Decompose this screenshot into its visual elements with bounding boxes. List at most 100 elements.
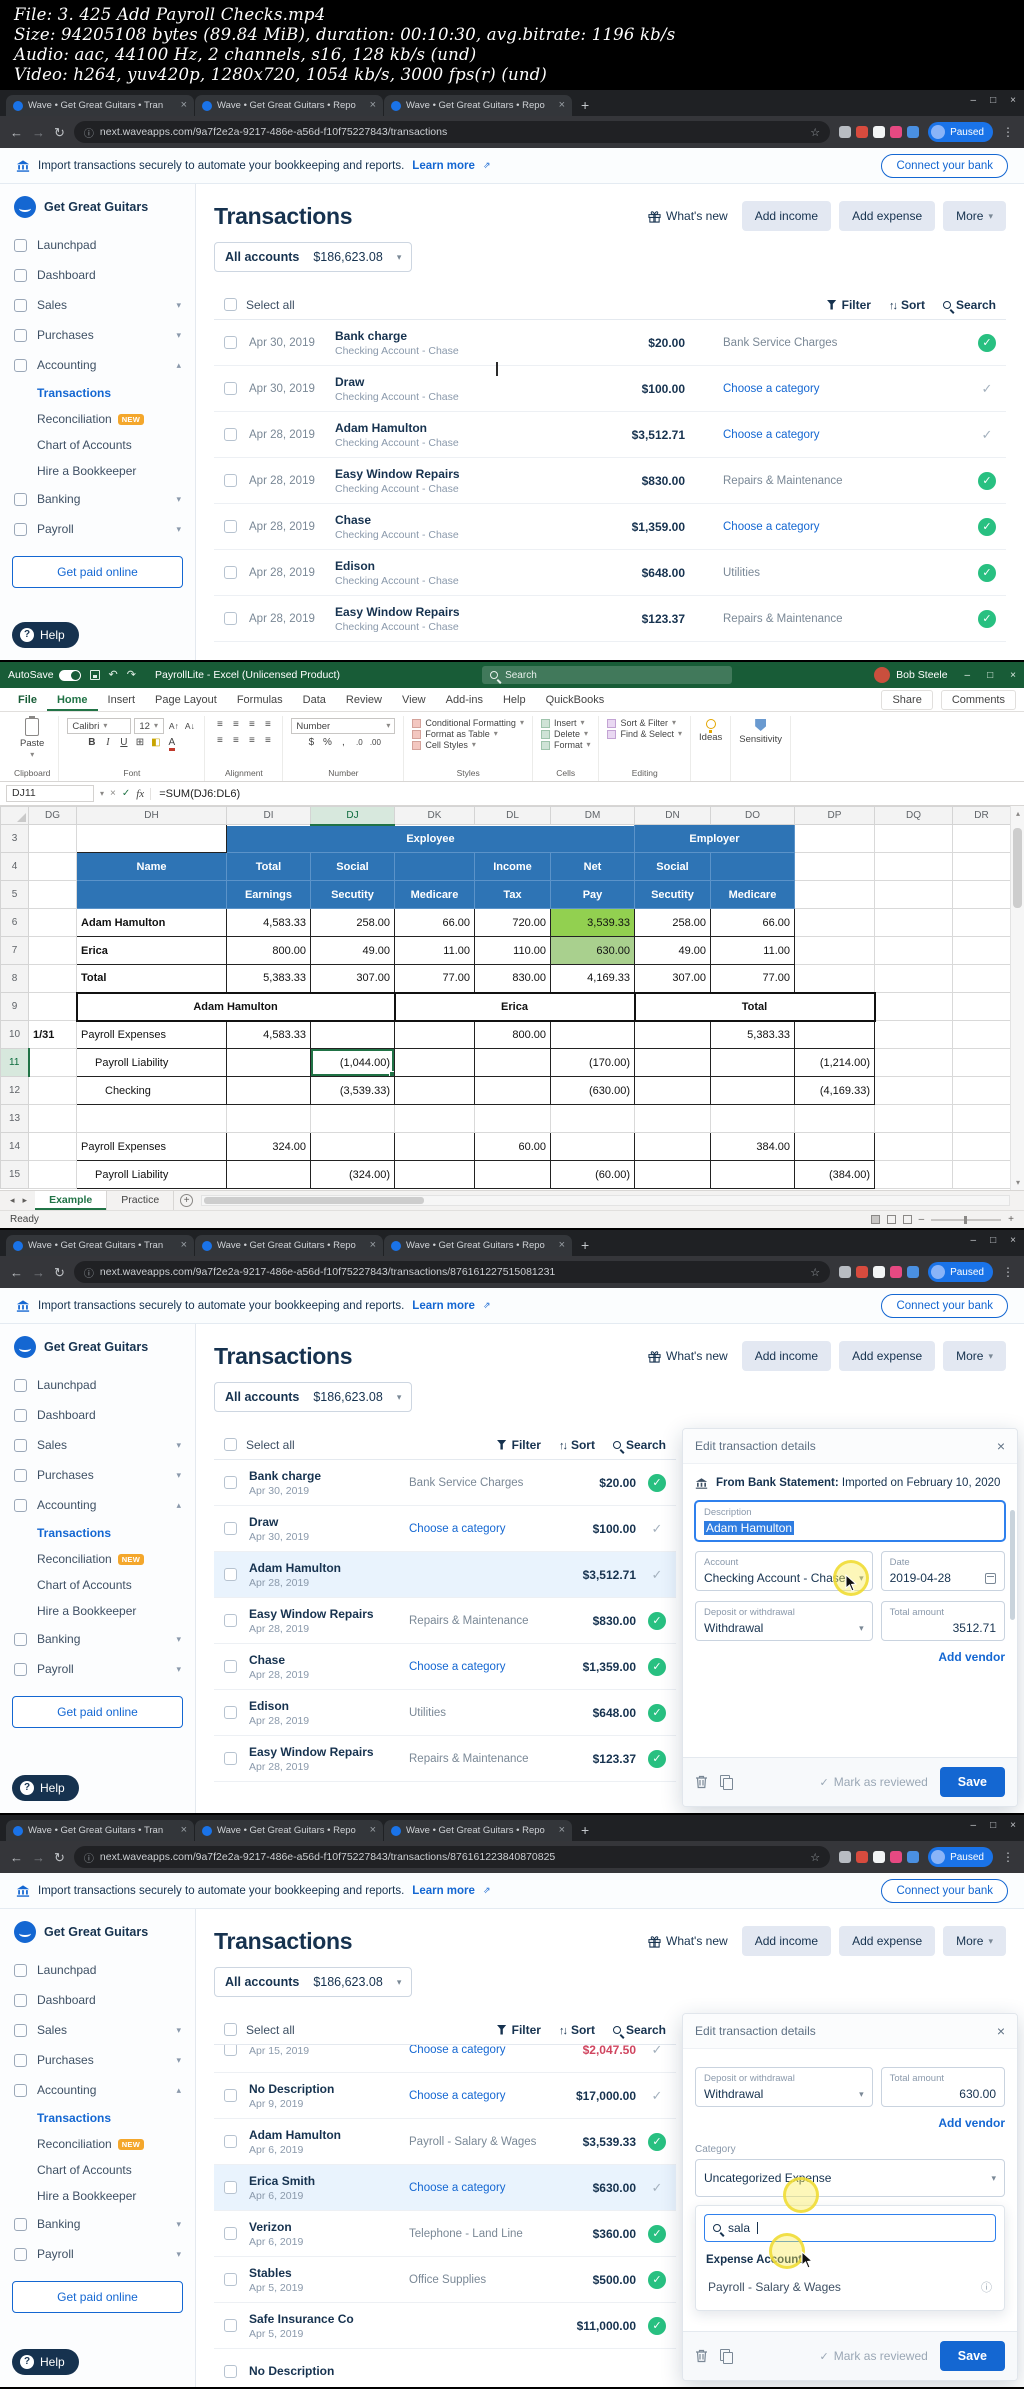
sheet-cell[interactable]: 60.00 bbox=[474, 1132, 551, 1161]
sheet-cell[interactable] bbox=[710, 1160, 795, 1189]
vertical-scrollbar[interactable] bbox=[1010, 806, 1024, 1190]
sync-paused-badge[interactable]: Paused bbox=[928, 1262, 993, 1282]
row-header[interactable]: 4 bbox=[0, 852, 29, 881]
sheet-cell[interactable]: 258.00 bbox=[634, 908, 711, 937]
sync-paused-badge[interactable]: Paused bbox=[928, 122, 993, 142]
extension-icon[interactable] bbox=[873, 1851, 886, 1863]
maximize-icon[interactable] bbox=[990, 1820, 996, 1831]
sheet-cell[interactable]: 49.00 bbox=[634, 936, 711, 965]
sidebar-item[interactable]: Launchpad bbox=[0, 1370, 195, 1400]
sheet-cell[interactable] bbox=[952, 992, 1011, 1021]
close-icon[interactable] bbox=[1010, 95, 1016, 106]
sheet-nav-right-icon[interactable] bbox=[19, 1195, 32, 1206]
sidebar-item[interactable]: Launchpad bbox=[0, 1955, 195, 1985]
sidebar-item[interactable]: Purchases bbox=[0, 320, 195, 350]
ribbon-tab[interactable]: Review bbox=[336, 688, 392, 711]
row-checkbox[interactable] bbox=[224, 1476, 237, 1489]
reviewed-status-icon[interactable] bbox=[978, 471, 996, 490]
tab-close-icon[interactable] bbox=[181, 100, 187, 111]
ribbon-style-button[interactable]: Format as Table bbox=[412, 729, 524, 739]
sheet-cell[interactable] bbox=[952, 1160, 1011, 1189]
transaction-category[interactable]: Choose a category bbox=[399, 1661, 544, 1673]
browser-tab[interactable]: Wave • Get Great Guitars • Tran bbox=[6, 1235, 194, 1256]
sheet-cell[interactable] bbox=[28, 1076, 77, 1105]
share-button[interactable]: Share bbox=[881, 689, 933, 710]
sheet-cell[interactable] bbox=[634, 1076, 711, 1105]
ribbon-cells-button[interactable]: Format bbox=[540, 740, 591, 750]
sheet-cell[interactable]: 5,383.33 bbox=[226, 964, 311, 993]
transaction-category[interactable]: Bank Service Charges bbox=[399, 1477, 544, 1489]
sheet-cell[interactable]: Secutity bbox=[310, 880, 395, 909]
comments-button[interactable]: Comments bbox=[940, 689, 1016, 710]
sheet-cell[interactable]: 800.00 bbox=[474, 1020, 551, 1049]
help-button[interactable]: Help bbox=[12, 622, 79, 648]
sheet-cell[interactable]: Medicare bbox=[710, 880, 795, 909]
add-sheet-icon[interactable] bbox=[180, 1194, 194, 1207]
minimize-icon[interactable] bbox=[971, 1235, 977, 1246]
category-option[interactable]: Payroll - Salary & Wages bbox=[704, 2272, 996, 2302]
ribbon-editing-button[interactable]: Find & Select bbox=[607, 729, 682, 739]
sheet-cell[interactable]: 110.00 bbox=[474, 936, 551, 965]
sheet-cell[interactable] bbox=[310, 1020, 395, 1049]
row-checkbox[interactable] bbox=[224, 1706, 237, 1719]
close-icon[interactable] bbox=[1010, 1820, 1016, 1831]
sidebar-subitem[interactable]: Hire a Bookkeeper bbox=[0, 2183, 195, 2209]
sidebar-item[interactable]: Banking bbox=[0, 484, 195, 514]
cancel-icon[interactable] bbox=[110, 788, 116, 799]
transaction-category[interactable]: Repairs & Maintenance bbox=[399, 1615, 544, 1627]
transaction-category[interactable]: Telephone - Land Line bbox=[399, 2228, 544, 2240]
sheet-cell[interactable]: Net bbox=[550, 852, 635, 881]
transaction-row[interactable]: Stables Apr 5, 2019 Office Supplies $500… bbox=[214, 2257, 676, 2303]
more-button[interactable]: More bbox=[943, 201, 1006, 231]
reviewed-status-icon[interactable] bbox=[978, 426, 996, 444]
align-bottom-icon[interactable] bbox=[245, 718, 258, 732]
ribbon-cells-button[interactable]: Delete bbox=[540, 729, 591, 739]
sheet-cell[interactable] bbox=[394, 1048, 475, 1077]
column-header[interactable]: DG bbox=[28, 806, 77, 825]
sheet-nav-left-icon[interactable] bbox=[6, 1195, 19, 1206]
close-icon[interactable] bbox=[1010, 1235, 1016, 1246]
sheet-cell[interactable] bbox=[76, 824, 227, 853]
merge-center-icon[interactable] bbox=[261, 734, 274, 748]
sheet-cell[interactable] bbox=[874, 1020, 953, 1049]
extension-icon[interactable] bbox=[873, 1266, 886, 1278]
sheet-cell[interactable]: (3,539.33) bbox=[310, 1076, 395, 1105]
row-checkbox[interactable] bbox=[224, 1660, 237, 1673]
add-income-button[interactable]: Add income bbox=[741, 201, 832, 231]
sheet-cell[interactable]: 11.00 bbox=[394, 936, 475, 965]
align-right-icon[interactable] bbox=[245, 734, 258, 748]
shrink-font-icon[interactable] bbox=[183, 719, 196, 733]
sheet-cell[interactable] bbox=[874, 936, 953, 965]
sheet-cell[interactable]: (324.00) bbox=[310, 1160, 395, 1189]
sheet-cell[interactable] bbox=[874, 1132, 953, 1161]
sidebar-item[interactable]: Banking bbox=[0, 2209, 195, 2239]
transaction-category[interactable]: Choose a category bbox=[399, 2045, 544, 2056]
font-size-select[interactable]: 12 bbox=[134, 718, 165, 734]
ribbon-tab[interactable]: Insert bbox=[98, 688, 146, 711]
transaction-row[interactable]: Draw Apr 30, 2019 Choose a category $100… bbox=[214, 1506, 676, 1552]
sort-button[interactable]: Sort bbox=[559, 2023, 595, 2037]
italic-icon[interactable] bbox=[101, 736, 114, 750]
sidebar-item[interactable]: Payroll bbox=[0, 2239, 195, 2269]
sidebar-item[interactable]: Accounting bbox=[0, 350, 195, 380]
sheet-cell[interactable] bbox=[794, 908, 875, 937]
panel-scrollbar[interactable] bbox=[1010, 1510, 1015, 1620]
number-format-select[interactable]: Number bbox=[291, 718, 396, 734]
sheet-cell[interactable] bbox=[226, 1048, 311, 1077]
sheet-cell[interactable]: 307.00 bbox=[634, 964, 711, 993]
transaction-row[interactable]: Apr 28, 2019 Easy Window Repairs Checkin… bbox=[214, 596, 1006, 642]
reviewed-status-icon[interactable] bbox=[648, 2316, 666, 2335]
sidebar-item[interactable]: Dashboard bbox=[0, 1985, 195, 2015]
underline-icon[interactable] bbox=[117, 736, 130, 750]
column-header[interactable]: DM bbox=[550, 806, 635, 825]
tab-close-icon[interactable] bbox=[559, 1825, 565, 1836]
horizontal-scrollbar[interactable] bbox=[201, 1195, 1010, 1206]
column-header[interactable]: DR bbox=[952, 806, 1011, 825]
sheet-cell[interactable] bbox=[550, 1132, 635, 1161]
sheet-cell[interactable] bbox=[28, 1104, 77, 1133]
type-dropdown[interactable]: Deposit or withdrawal Withdrawal bbox=[695, 2067, 873, 2107]
column-header[interactable]: DI bbox=[226, 806, 311, 825]
transaction-category[interactable]: Office Supplies bbox=[399, 2274, 544, 2286]
transaction-row[interactable]: Easy Window Repairs Apr 28, 2019 Repairs… bbox=[214, 1598, 676, 1644]
sheet-cell[interactable]: Name bbox=[76, 852, 227, 881]
